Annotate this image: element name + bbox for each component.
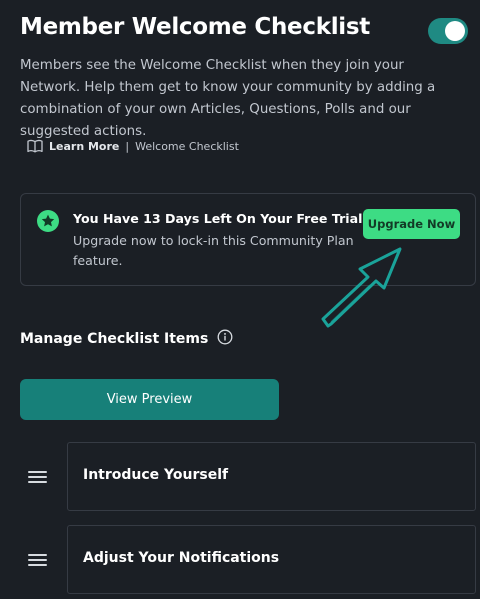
info-icon[interactable] [217, 329, 233, 349]
checklist-item-label: Introduce Yourself [83, 467, 229, 483]
book-icon [27, 139, 43, 153]
trial-title: You Have 13 Days Left On Your Free Trial [73, 211, 363, 226]
page-title: Member Welcome Checklist [20, 14, 370, 40]
manage-checklist-header: Manage Checklist Items [20, 329, 233, 349]
learn-more-topic: Welcome Checklist [135, 139, 239, 153]
learn-more-link[interactable]: Learn More [49, 140, 119, 153]
drag-handle-icon[interactable] [28, 554, 47, 566]
checklist-enabled-toggle[interactable] [428, 18, 468, 44]
page-description: Members see the Welcome Checklist when t… [20, 58, 436, 139]
hand-drawn-arrow-icon [318, 240, 410, 336]
toggle-knob [445, 21, 465, 41]
checklist-item[interactable]: Adjust Your Notifications [67, 525, 476, 594]
learn-more-separator: | [125, 139, 130, 153]
learn-more-row[interactable]: Learn More | Welcome Checklist [27, 139, 239, 153]
manage-checklist-label: Manage Checklist Items [20, 331, 209, 347]
upgrade-now-button[interactable]: Upgrade Now [363, 209, 460, 239]
checklist-item-label: Adjust Your Notifications [83, 550, 280, 566]
drag-handle-icon[interactable] [28, 471, 47, 483]
checklist-item[interactable]: Introduce Yourself [67, 442, 476, 511]
view-preview-button[interactable]: View Preview [20, 379, 279, 420]
star-icon [37, 210, 59, 236]
trial-subtitle: Upgrade now to lock-in this Community Pl… [73, 233, 354, 268]
welcome-checklist-page: Member Welcome Checklist Members see the… [0, 0, 480, 599]
